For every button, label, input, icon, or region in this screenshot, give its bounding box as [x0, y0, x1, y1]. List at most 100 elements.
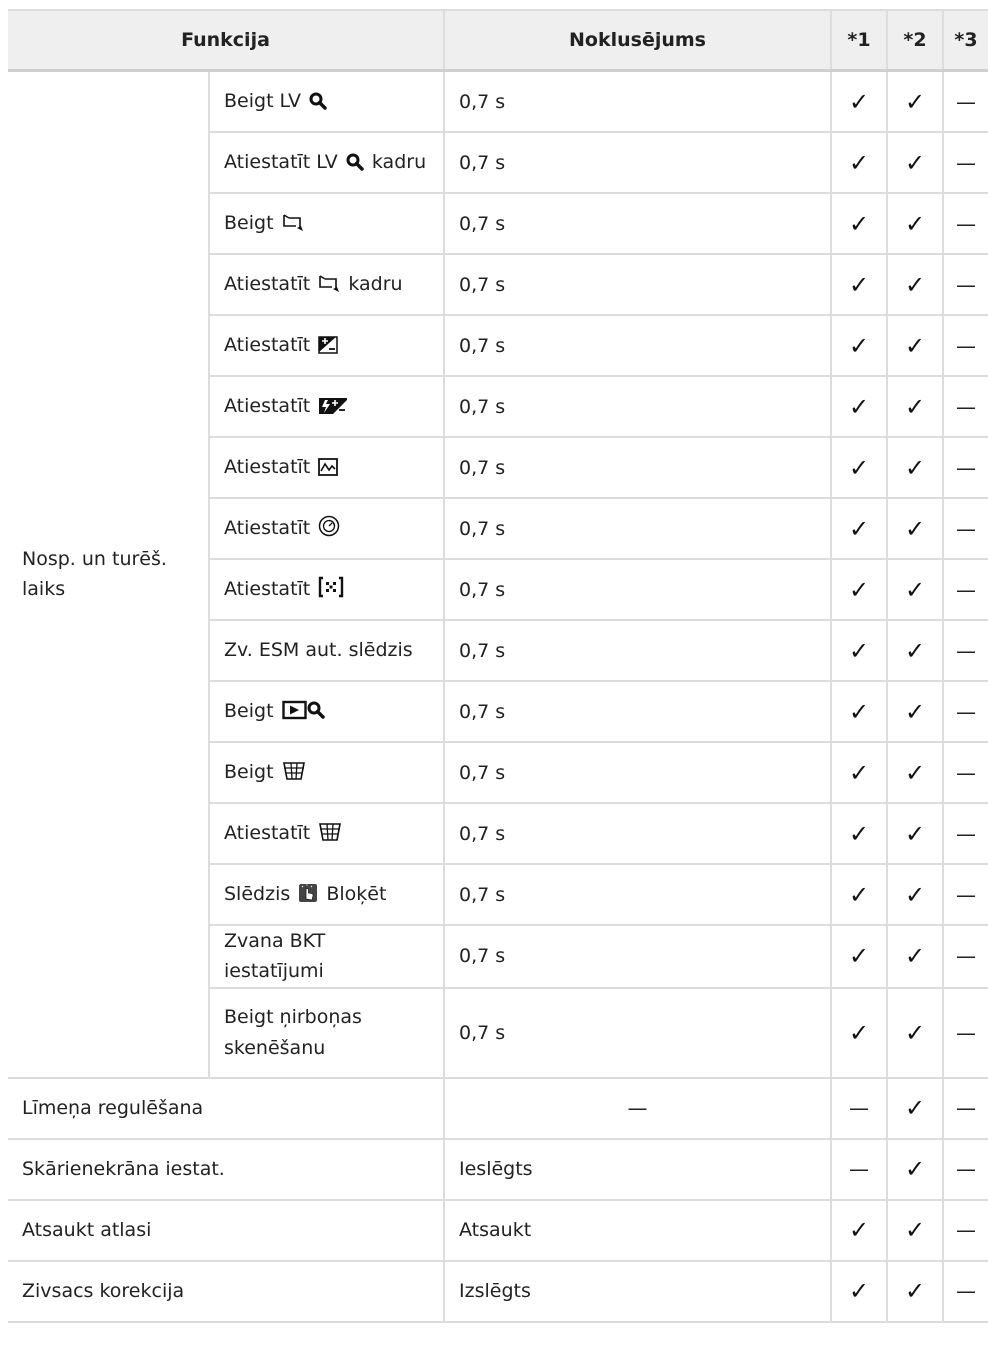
header-col1: *1	[830, 9, 888, 72]
col1-mark: ✓	[830, 619, 888, 682]
default-value: 0,7 s	[443, 558, 832, 621]
col1-mark: ✓	[830, 436, 888, 499]
col1-mark: ✓	[830, 131, 888, 194]
function-cell: Beigt	[209, 680, 445, 743]
col2-mark: ✓	[886, 192, 944, 255]
function-label-suffix: Bloķēt	[326, 883, 387, 906]
col2-mark: ✓	[886, 69, 944, 133]
af-frame-icon	[318, 273, 340, 293]
default-value: —	[443, 1076, 832, 1140]
default-value: 0,7 s	[443, 863, 832, 926]
default-value: Ieslēgts	[443, 1137, 832, 1201]
function-label-suffix: kadru	[348, 273, 403, 296]
col2-mark: ✓	[886, 802, 944, 865]
table-row: Zivsacs korekcija Izslēgts ✓ ✓ —	[8, 1259, 988, 1323]
col2-mark: ✓	[886, 741, 944, 804]
function-cell: Atiestatīt	[209, 436, 445, 499]
col1-mark: ✓	[830, 314, 888, 377]
function-label: Zivsacs korekcija	[8, 1259, 445, 1323]
function-label: Beigt	[224, 700, 274, 723]
function-label: Atiestatīt	[224, 822, 311, 845]
header-default: Noklusējums	[443, 9, 832, 72]
function-label: Beigt	[224, 212, 274, 235]
col1-mark: ✓	[830, 680, 888, 743]
col2-mark: ✓	[886, 619, 944, 682]
function-label: Skārienekrāna iestat.	[8, 1137, 445, 1201]
table-row: Skārienekrāna iestat. Ieslēgts — ✓ —	[8, 1137, 988, 1201]
col3-mark: —	[942, 131, 988, 194]
col2-mark: ✓	[886, 131, 944, 194]
col3-mark: —	[942, 253, 988, 316]
default-value: 0,7 s	[443, 69, 832, 133]
col2-mark: ✓	[886, 863, 944, 926]
col1-mark: ✓	[830, 253, 888, 316]
col1-mark: ✓	[830, 802, 888, 865]
function-label: Beigt ņirboņas skenēšanu	[224, 1006, 362, 1059]
function-label: Atiestatīt	[224, 578, 311, 601]
col2-mark: ✓	[886, 924, 944, 989]
header-function: Funkcija	[8, 9, 445, 72]
default-value: 0,7 s	[443, 497, 832, 560]
col3-mark: —	[942, 375, 988, 438]
function-label: Zvana BKT iestatījumi	[224, 930, 326, 983]
col2-mark: ✓	[886, 1259, 944, 1323]
function-cell: Atiestatīt	[209, 375, 445, 438]
function-label: Atiestatīt	[224, 273, 311, 296]
table-row: Nosp. un turēš. laiks Beigt LV 0,7 s ✓ ✓ —	[8, 69, 988, 1079]
col3-mark: —	[942, 680, 988, 743]
function-cell: Zv. ESM aut. slēdzis	[209, 619, 445, 682]
col1-mark: ✓	[830, 192, 888, 255]
exposure-comp-icon	[318, 336, 339, 355]
col2-mark: ✓	[886, 497, 944, 560]
default-value: Atsaukt	[443, 1198, 832, 1262]
col2-mark: ✓	[886, 1076, 944, 1140]
default-value: Izslēgts	[443, 1259, 832, 1323]
table-row: Līmeņa regulēšana — — ✓ —	[8, 1076, 988, 1140]
af-target-icon	[318, 576, 344, 598]
col3-mark: —	[942, 314, 988, 377]
default-value: 0,7 s	[443, 253, 832, 316]
table-row: Atsaukt atlasi Atsaukt ✓ ✓ —	[8, 1198, 988, 1262]
header-col3: *3	[942, 9, 988, 72]
col3-mark: —	[942, 497, 988, 560]
touch-icon	[298, 883, 318, 903]
col1-mark: ✓	[830, 497, 888, 560]
col3-mark: —	[942, 986, 988, 1079]
function-label: Atiestatīt LV	[224, 151, 338, 174]
function-label-suffix: kadru	[371, 151, 427, 174]
col1-mark: ✓	[830, 558, 888, 621]
col3-mark: —	[942, 619, 988, 682]
col1-mark: —	[830, 1076, 888, 1140]
magnify-icon	[309, 92, 327, 111]
function-cell: Atiestatīt	[209, 314, 445, 377]
magnify-icon	[346, 153, 364, 172]
header-col2: *2	[886, 9, 944, 72]
group-label: Nosp. un turēš. laiks	[8, 69, 210, 1079]
col2-mark: ✓	[886, 1198, 944, 1262]
default-value: 0,7 s	[443, 131, 832, 194]
col3-mark: —	[942, 1076, 988, 1140]
highlight-shadow-icon	[318, 458, 339, 477]
table-header-row: Funkcija Noklusējums *1 *2 *3	[8, 9, 988, 72]
function-cell: Atiestatīt	[209, 558, 445, 621]
col3-mark: —	[942, 741, 988, 804]
keystone-icon	[282, 761, 306, 781]
function-cell: Slēdzis Bloķēt	[209, 863, 445, 926]
col2-mark: ✓	[886, 680, 944, 743]
function-label: Atiestatīt	[224, 517, 311, 540]
col1-mark: ✓	[830, 986, 888, 1079]
default-value: 0,7 s	[443, 680, 832, 743]
col1-mark: ✓	[830, 69, 888, 133]
settings-table: Funkcija Noklusējums *1 *2 *3 Nosp. un t…	[8, 9, 988, 1323]
col1-mark: ✓	[830, 863, 888, 926]
function-label: Atiestatīt	[224, 334, 311, 357]
function-label: Atsaukt atlasi	[8, 1198, 445, 1262]
col3-mark: —	[942, 863, 988, 926]
col2-mark: ✓	[886, 375, 944, 438]
col1-mark: ✓	[830, 375, 888, 438]
col3-mark: —	[942, 1259, 988, 1323]
col2-mark: ✓	[886, 314, 944, 377]
col3-mark: —	[942, 69, 988, 133]
function-cell: Atiestatīt	[209, 497, 445, 560]
default-value: 0,7 s	[443, 314, 832, 377]
